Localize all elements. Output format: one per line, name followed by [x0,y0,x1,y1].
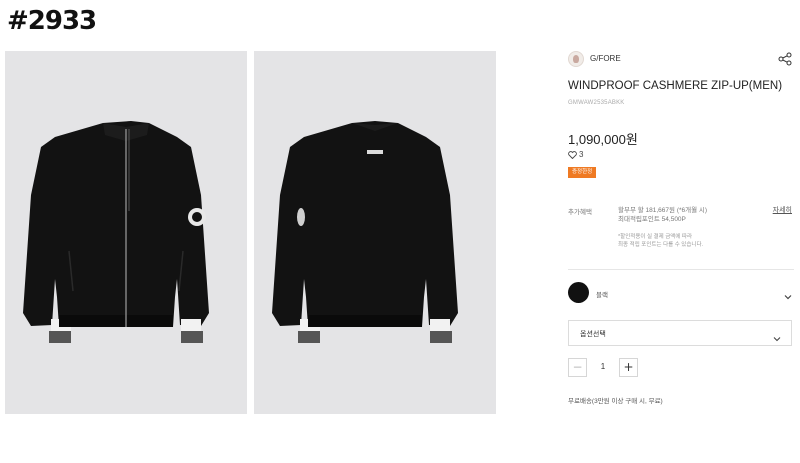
share-icon[interactable] [778,52,792,66]
quantity-increase-button[interactable]: + [619,358,638,377]
benefit-note-line1: *할인적용이 실 결제 금액에 따라 [618,234,693,240]
product-price: 1,090,000원 [568,132,638,147]
installment-text: 할부무 할 181,667원 (*6개월 시) [618,207,708,214]
color-selector[interactable]: 블랙 [568,282,794,304]
chevron-down-icon[interactable] [784,288,792,300]
benefit-note: *할인적용이 실 결제 금액에 따라 최종 적립 포인트는 다를 수 있습니다. [618,233,703,249]
brand-row: G/FORE [568,50,794,70]
quantity-decrease-button[interactable]: − [568,358,587,377]
heart-icon[interactable] [568,151,577,161]
promo-badge: 증정한정 [568,167,597,178]
brand-name[interactable]: G/FORE [590,54,621,63]
option-select[interactable]: 옵션선택 [568,320,792,346]
color-swatch-black[interactable] [568,282,589,303]
product-image-back[interactable] [254,51,496,414]
benefit-label: 추가혜택 [568,209,592,216]
product-image-front[interactable] [5,51,247,414]
chevron-down-icon [773,330,781,342]
brand-logo[interactable] [568,51,584,67]
option-select-label: 옵션선택 [580,331,606,338]
jacket-front-illustration [23,121,209,343]
jacket-back-illustration [272,121,458,343]
points-text: 최대적립포인트 54,500P [618,216,686,223]
like-count-value: 3 [579,150,584,159]
product-code: GMWAW2535ABKK [568,100,625,106]
like-count[interactable]: 3 [568,150,583,161]
benefit-details: 할부무 할 181,667원 (*6개월 시) 최대적립포인트 54,500P [618,206,707,224]
product-title: WINDPROOF CASHMERE ZIP-UP(MEN) [568,80,783,92]
divider [568,269,794,270]
shipping-info: 무료배송(3만원 이상 구매 시, 무료) [568,398,663,405]
quantity-value[interactable]: 1 [587,362,619,371]
color-name: 블랙 [596,292,608,299]
benefit-note-line2: 최종 적립 포인트는 다를 수 있습니다. [618,242,704,248]
benefit-detail-link[interactable]: 자세히 [773,205,792,215]
post-tag: #2933 [7,6,97,36]
